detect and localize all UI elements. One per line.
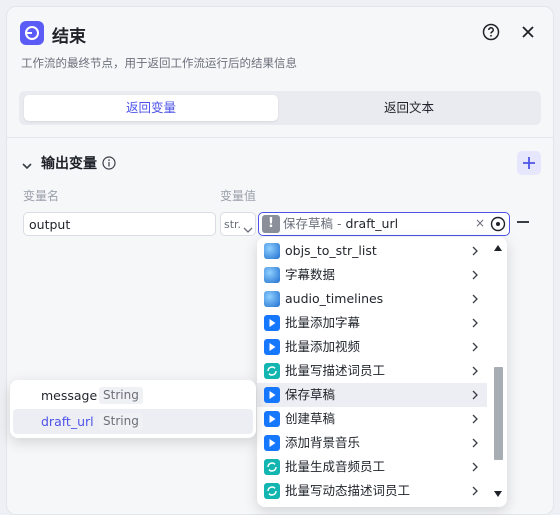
list-item[interactable]: 批量写动态描述词员工 — [257, 479, 487, 503]
panel-header: 结束 工作流的最终节点，用于返回工作流运行后的结果信息 返回变量 返回文本 — [7, 7, 553, 137]
panel-description: 工作流的最终节点，用于返回工作流运行后的结果信息 — [21, 56, 297, 70]
list-item[interactable]: 创建草稿 — [257, 407, 487, 431]
node-label: 批量生成音频员工 — [285, 459, 386, 474]
remove-variable-button[interactable] — [517, 221, 529, 223]
chevron-right-icon — [472, 342, 478, 352]
node-label: audio_timelines — [285, 291, 384, 306]
reference-field-name: draft_url — [345, 216, 399, 231]
field-option-message[interactable]: message String — [13, 383, 253, 408]
scroll-down-icon[interactable] — [494, 491, 502, 497]
variable-type-value: str. — [224, 218, 242, 231]
panel-title: 结束 — [52, 27, 86, 47]
globe-icon — [264, 291, 280, 307]
reference-separator: - — [333, 216, 346, 231]
tab-return-text[interactable]: 返回文本 — [281, 95, 537, 121]
scroll-up-icon[interactable] — [494, 245, 502, 251]
node-label: 批量添加字幕 — [285, 315, 361, 330]
reference-text: 保存草稿 - draft_url — [283, 213, 398, 235]
chevron-right-icon — [472, 366, 478, 376]
dropdown-scrollbar[interactable] — [489, 237, 507, 507]
list-item[interactable]: 批量添加字幕 — [257, 311, 487, 335]
section-title: 输出变量 — [41, 156, 97, 172]
play-icon — [264, 339, 280, 355]
list-item[interactable]: 批量生成音频员工 — [257, 455, 487, 479]
field-name: message — [41, 388, 98, 403]
list-item[interactable]: audio_timelines — [257, 287, 487, 311]
column-label-value: 变量值 — [220, 189, 257, 203]
help-icon[interactable] — [482, 23, 500, 41]
play-icon — [264, 411, 280, 427]
field-type-badge: String — [99, 387, 143, 404]
node-reference-dropdown: objs_to_str_list 字幕数据 audio_timelines 批量… — [257, 237, 507, 507]
node-label: 批量添加视频 — [285, 339, 361, 354]
chevron-right-icon — [472, 270, 478, 280]
list-item[interactable]: 批量写描述词员工 — [257, 359, 487, 383]
globe-icon — [264, 267, 280, 283]
loop-icon — [264, 363, 280, 379]
close-icon[interactable] — [519, 23, 537, 41]
chevron-right-icon — [472, 462, 478, 472]
info-icon[interactable] — [102, 155, 116, 174]
warning-icon: ! — [262, 215, 280, 233]
loop-icon — [264, 459, 280, 475]
scrollbar-thumb[interactable] — [494, 367, 503, 460]
add-variable-button[interactable] — [517, 151, 541, 175]
loop-icon — [264, 483, 280, 499]
tab-return-variable[interactable]: 返回变量 — [24, 95, 278, 121]
list-item[interactable]: 添加背景音乐 — [257, 431, 487, 455]
header-divider — [7, 137, 553, 138]
end-node-icon — [20, 21, 44, 45]
chevron-right-icon — [472, 438, 478, 448]
column-label-name: 变量名 — [23, 189, 60, 203]
play-icon — [264, 315, 280, 331]
node-label: 创建草稿 — [285, 411, 336, 426]
node-label: objs_to_str_list — [285, 243, 377, 258]
field-option-draft-url[interactable]: draft_url String — [13, 409, 253, 434]
clear-icon[interactable]: × — [475, 216, 485, 230]
node-label: 添加背景音乐 — [285, 435, 361, 450]
chevron-right-icon — [472, 246, 478, 256]
list-item[interactable]: 批量添加视频 — [257, 335, 487, 359]
reference-node-name: 保存草稿 — [283, 216, 334, 231]
globe-icon — [264, 243, 280, 259]
chevron-down-icon[interactable] — [21, 157, 33, 176]
node-label: 字幕数据 — [285, 267, 336, 282]
chevron-right-icon — [472, 294, 478, 304]
field-name: draft_url — [41, 414, 94, 429]
variable-type-select[interactable]: str. — [220, 212, 256, 236]
list-item[interactable]: 保存草稿 — [257, 383, 487, 407]
chevron-right-icon — [472, 414, 478, 424]
chevron-right-icon — [472, 390, 478, 400]
target-icon[interactable] — [490, 216, 506, 236]
list-item[interactable]: 字幕数据 — [257, 263, 487, 287]
variable-name-input[interactable]: output — [23, 212, 216, 236]
node-label: 批量写动态描述词员工 — [285, 483, 411, 498]
variable-value-reference[interactable]: ! 保存草稿 - draft_url × — [258, 212, 510, 236]
play-icon — [264, 435, 280, 451]
node-label: 保存草稿 — [285, 387, 336, 402]
chevron-down-icon — [243, 220, 253, 244]
chevron-right-icon — [472, 318, 478, 328]
field-type-badge: String — [99, 413, 143, 430]
list-item[interactable]: objs_to_str_list — [257, 239, 487, 263]
field-reference-popup: message String draft_url String — [10, 380, 256, 438]
tab-bar: 返回变量 返回文本 — [19, 91, 541, 125]
chevron-right-icon — [472, 486, 478, 496]
node-label: 批量写描述词员工 — [285, 363, 386, 378]
play-icon — [264, 387, 280, 403]
